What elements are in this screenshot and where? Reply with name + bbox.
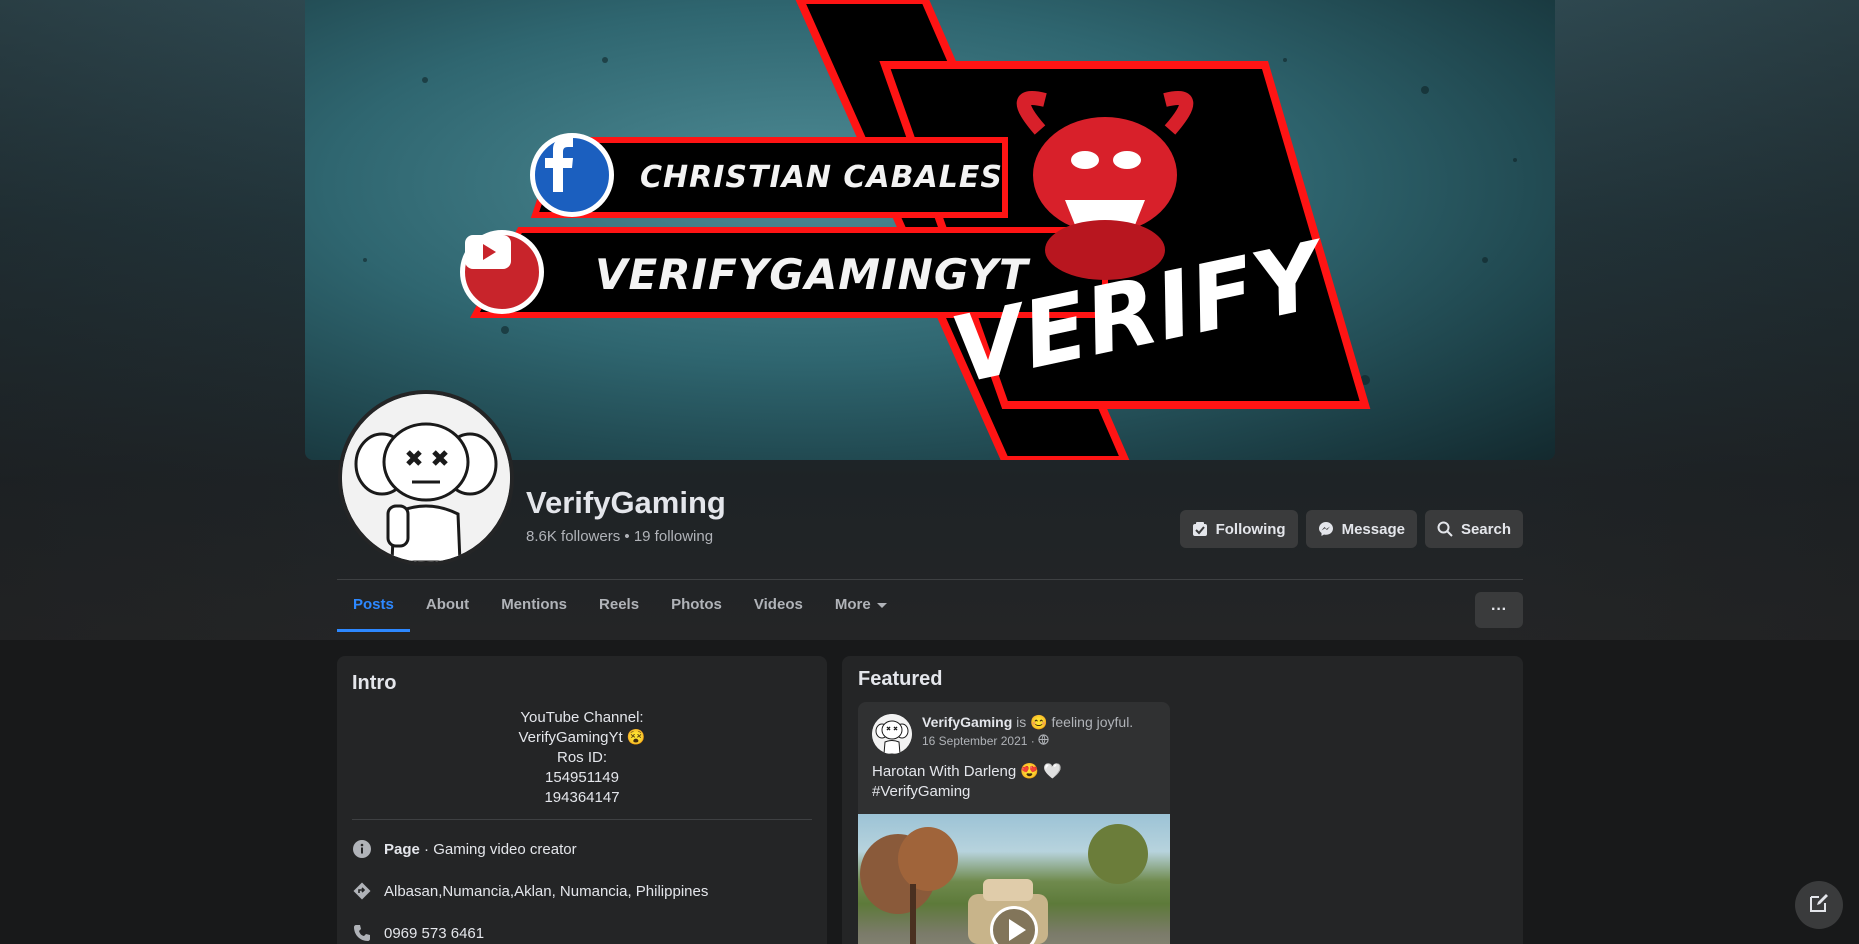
post-author[interactable]: VerifyGaming [922,714,1012,730]
intro-card: Intro YouTube Channel: VerifyGamingYt 😵 … [337,656,827,944]
post-hashtag[interactable]: #VerifyGaming [872,782,1062,802]
post-caption: Harotan With Darleng 😍 🤍 [872,763,1062,780]
post-author-avatar[interactable] [872,714,912,754]
intro-category: Page · Gaming video creator [384,841,577,858]
bio-line: 154951149 [545,769,619,786]
profile-avatar[interactable] [338,390,514,566]
bio-line: YouTube Channel: [520,709,644,726]
facebook-logo-icon [530,133,614,217]
youtube-logo-icon [460,230,544,314]
profile-tabs: Posts About Mentions Reels Photos Videos… [337,580,903,632]
count-separator: • [624,528,630,545]
profile-actions: Following Message Search [1179,510,1523,548]
tab-posts[interactable]: Posts [337,580,410,632]
message-button[interactable]: Message [1305,510,1417,548]
following-icon [1192,521,1209,538]
more-options-button[interactable]: ··· [1475,592,1523,628]
post-meta: 16 September 2021 · [922,734,1049,748]
caret-down-icon [876,602,887,608]
tab-photos[interactable]: Photos [655,580,738,630]
featured-post[interactable]: VerifyGaming is 😊 feeling joyful. 16 Sep… [858,702,1170,944]
featured-title: Featured [858,668,943,690]
intro-address[interactable]: Albasan,Numancia,Aklan, Numancia, Philip… [384,883,708,900]
tab-about[interactable]: About [410,580,485,630]
tab-videos[interactable]: Videos [738,580,819,630]
post-header: VerifyGaming is 😊 feeling joyful. [922,714,1133,731]
post-video-thumbnail[interactable] [858,814,1170,944]
tab-mentions[interactable]: Mentions [485,580,583,630]
messenger-icon [1318,521,1335,538]
post-date[interactable]: 16 September 2021 · [922,734,1038,748]
post-feeling: is 😊 feeling joyful. [1012,714,1134,730]
directions-icon [352,881,372,901]
info-icon [352,839,372,859]
search-button[interactable]: Search [1424,510,1523,548]
following-button[interactable]: Following [1179,510,1298,548]
bio-line: Ros ID: [556,749,607,766]
bio-line: 194364147 [544,789,620,806]
page-title: VerifyGaming [526,485,726,520]
intro-category-type: Page [384,840,420,858]
cover-creator-name: CHRISTIAN CABALES [640,160,1003,195]
globe-icon [1038,734,1049,748]
tab-more[interactable]: More [819,580,903,630]
intro-category-detail: · Gaming video creator [419,840,577,858]
search-icon [1437,521,1454,538]
following-button-label: Following [1215,520,1286,538]
bio-line: VerifyGamingYt 😵 [518,729,646,746]
compose-icon [1808,892,1830,919]
intro-address-row: Albasan,Numancia,Aklan, Numancia, Philip… [352,881,708,901]
intro-category-row: Page · Gaming video creator [352,839,577,859]
cover-channel-name: VERIFYGAMINGYT [595,250,1029,299]
compose-message-button[interactable] [1795,881,1843,929]
tab-reels[interactable]: Reels [583,580,655,630]
intro-title: Intro [352,672,397,694]
search-button-label: Search [1460,520,1511,538]
message-button-label: Message [1341,520,1405,538]
avatar-character-graphic [342,394,510,562]
post-text: Harotan With Darleng 😍 🤍 #VerifyGaming [872,762,1062,802]
tab-more-label: More [834,596,871,613]
intro-bio: YouTube Channel: VerifyGamingYt 😵 Ros ID… [337,708,827,808]
featured-card: Featured VerifyGaming is 😊 feeling joyfu… [842,656,1523,944]
phone-icon [352,923,372,943]
following-count[interactable]: 19 following [634,528,713,545]
intro-phone-row: 0969 573 6461 [352,923,484,943]
profile-header: VerifyGaming 8.6K followers • 19 followi… [305,390,1555,640]
intro-phone[interactable]: 0969 573 6461 [384,925,484,942]
follow-counts: 8.6K followers • 19 following [526,528,713,545]
followers-count[interactable]: 8.6K followers [526,528,620,545]
intro-divider [352,819,812,820]
